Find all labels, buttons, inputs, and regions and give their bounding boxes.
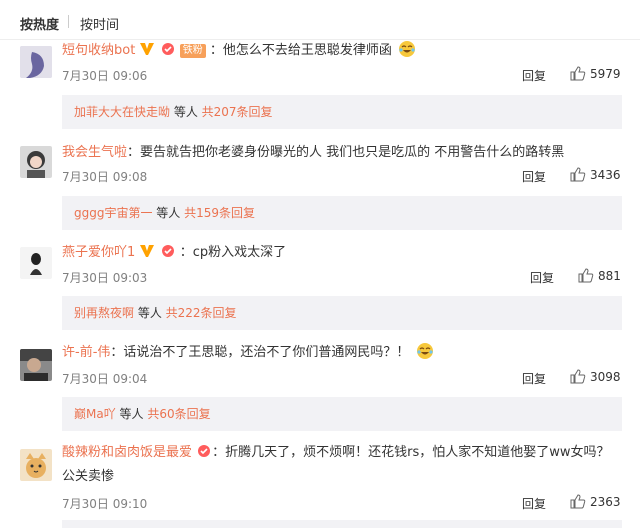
fan-badge-icon [196, 444, 212, 466]
like-button[interactable]: 2363 [570, 494, 621, 509]
like-count: 3098 [590, 370, 621, 384]
thumbs-up-icon [570, 167, 590, 182]
comment-username[interactable]: 许-前-伟 [62, 345, 110, 360]
v-badge-icon [139, 42, 155, 64]
thread-middle-text: 等人 [134, 306, 166, 320]
thread-username[interactable]: 巅Ma吖 [74, 407, 116, 421]
thread-middle-text: 等人 [152, 206, 185, 220]
avatar[interactable] [20, 146, 52, 178]
comment-text-line: 我会生气啦：要告就告把你老婆身份曝光的人 我们也只是吃瓜的 不用警告什么的路转黑 [62, 142, 600, 164]
comment-time: 7月30日 09:06 [62, 69, 148, 83]
thread-count-link[interactable]: 共60条回复 [147, 407, 210, 421]
avatar[interactable] [20, 349, 52, 381]
sort-bar: 按热度 按时间 [0, 0, 640, 40]
comment-text-line: 许-前-伟：话说治不了王思聪，还治不了你们普通网民吗？！ [62, 342, 600, 364]
avatar[interactable] [20, 46, 52, 78]
thumbs-up-icon [570, 369, 590, 384]
thread-username[interactable]: gggg宇宙第一 [74, 206, 152, 220]
reply-button[interactable]: 回复 [522, 495, 546, 512]
reply-thread-box[interactable]: gggg宇宙第一 等人 共159条回复 [62, 196, 622, 230]
like-count: 3436 [590, 168, 621, 182]
avatar[interactable] [20, 247, 52, 279]
like-button[interactable]: 5979 [570, 66, 621, 81]
sort-by-hot-tab[interactable]: 按热度 [20, 14, 59, 33]
thread-count-link[interactable]: 共222条回复 [166, 306, 237, 320]
avatar[interactable] [20, 449, 52, 481]
comment-username[interactable]: 我会生气啦 [62, 145, 127, 160]
comment-content: ：他怎么不去给王思聪发律师函 [209, 43, 392, 58]
thumbs-up-icon [570, 66, 590, 81]
comment-time: 7月30日 09:04 [62, 372, 148, 386]
like-button[interactable]: 3436 [570, 167, 621, 182]
thread-count-link[interactable]: 共207条回复 [202, 105, 273, 119]
laugh-cry-emoji-icon [416, 342, 434, 360]
comment-content: ：话说治不了王思聪，还治不了你们普通网民吗？！ [110, 345, 410, 360]
reply-button[interactable]: 回复 [522, 67, 546, 84]
fan-badge-icon [160, 42, 176, 64]
thread-username[interactable]: 别再熬夜啊 [74, 306, 134, 320]
comment-text-line: 燕子爱你吖1 ：cp粉入戏太深了 [62, 242, 600, 266]
comment-content: ：要告就告把你老婆身份曝光的人 我们也只是吃瓜的 不用警告什么的路转黑 [127, 145, 565, 160]
thumbs-up-icon [578, 268, 598, 283]
reply-thread-box[interactable]: 巅Ma吖 等人 共60条回复 [62, 397, 622, 431]
fan-badge-icon [160, 244, 176, 266]
like-button[interactable]: 881 [578, 268, 621, 283]
reply-thread-box[interactable] [62, 520, 622, 528]
sort-divider [68, 15, 69, 28]
comment-text-line: 酸辣粉和卤肉饭是最爱 ：折腾几天了，烦不烦啊！还花钱rs，怕人家不知道他娶了ww… [62, 442, 620, 488]
reply-thread-box[interactable]: 别再熬夜啊 等人 共222条回复 [62, 296, 622, 330]
reply-button[interactable]: 回复 [522, 370, 546, 387]
comment-username[interactable]: 短句收纳bot [62, 43, 135, 58]
reply-button[interactable]: 回复 [530, 269, 554, 286]
v-badge-icon [139, 244, 155, 266]
sort-by-time-tab[interactable]: 按时间 [80, 14, 119, 33]
reply-thread-box[interactable]: 加菲大大在快走呦 等人 共207条回复 [62, 95, 622, 129]
comment-username[interactable]: 酸辣粉和卤肉饭是最爱 [62, 445, 192, 460]
reply-button[interactable]: 回复 [522, 168, 546, 185]
comment-text-line: 短句收纳bot 铁粉 ：他怎么不去给王思聪发律师函 [62, 40, 600, 64]
comment-content: ：cp粉入戏太深了 [179, 245, 287, 260]
like-button[interactable]: 3098 [570, 369, 621, 384]
comment-time: 7月30日 09:03 [62, 271, 148, 285]
fan-label-badge: 铁粉 [179, 44, 206, 58]
comment-time: 7月30日 09:10 [62, 497, 148, 511]
thread-count-link[interactable]: 共159条回复 [184, 206, 255, 220]
laugh-cry-emoji-icon [398, 40, 416, 58]
thread-middle-text: 等人 [115, 407, 148, 421]
like-count: 5979 [590, 67, 621, 81]
comment-time: 7月30日 09:08 [62, 170, 148, 184]
like-count: 881 [598, 269, 621, 283]
thumbs-up-icon [570, 494, 590, 509]
thread-username[interactable]: 加菲大大在快走呦 [74, 105, 170, 119]
comment-username[interactable]: 燕子爱你吖1 [62, 245, 135, 260]
thread-middle-text: 等人 [170, 105, 202, 119]
like-count: 2363 [590, 495, 621, 509]
